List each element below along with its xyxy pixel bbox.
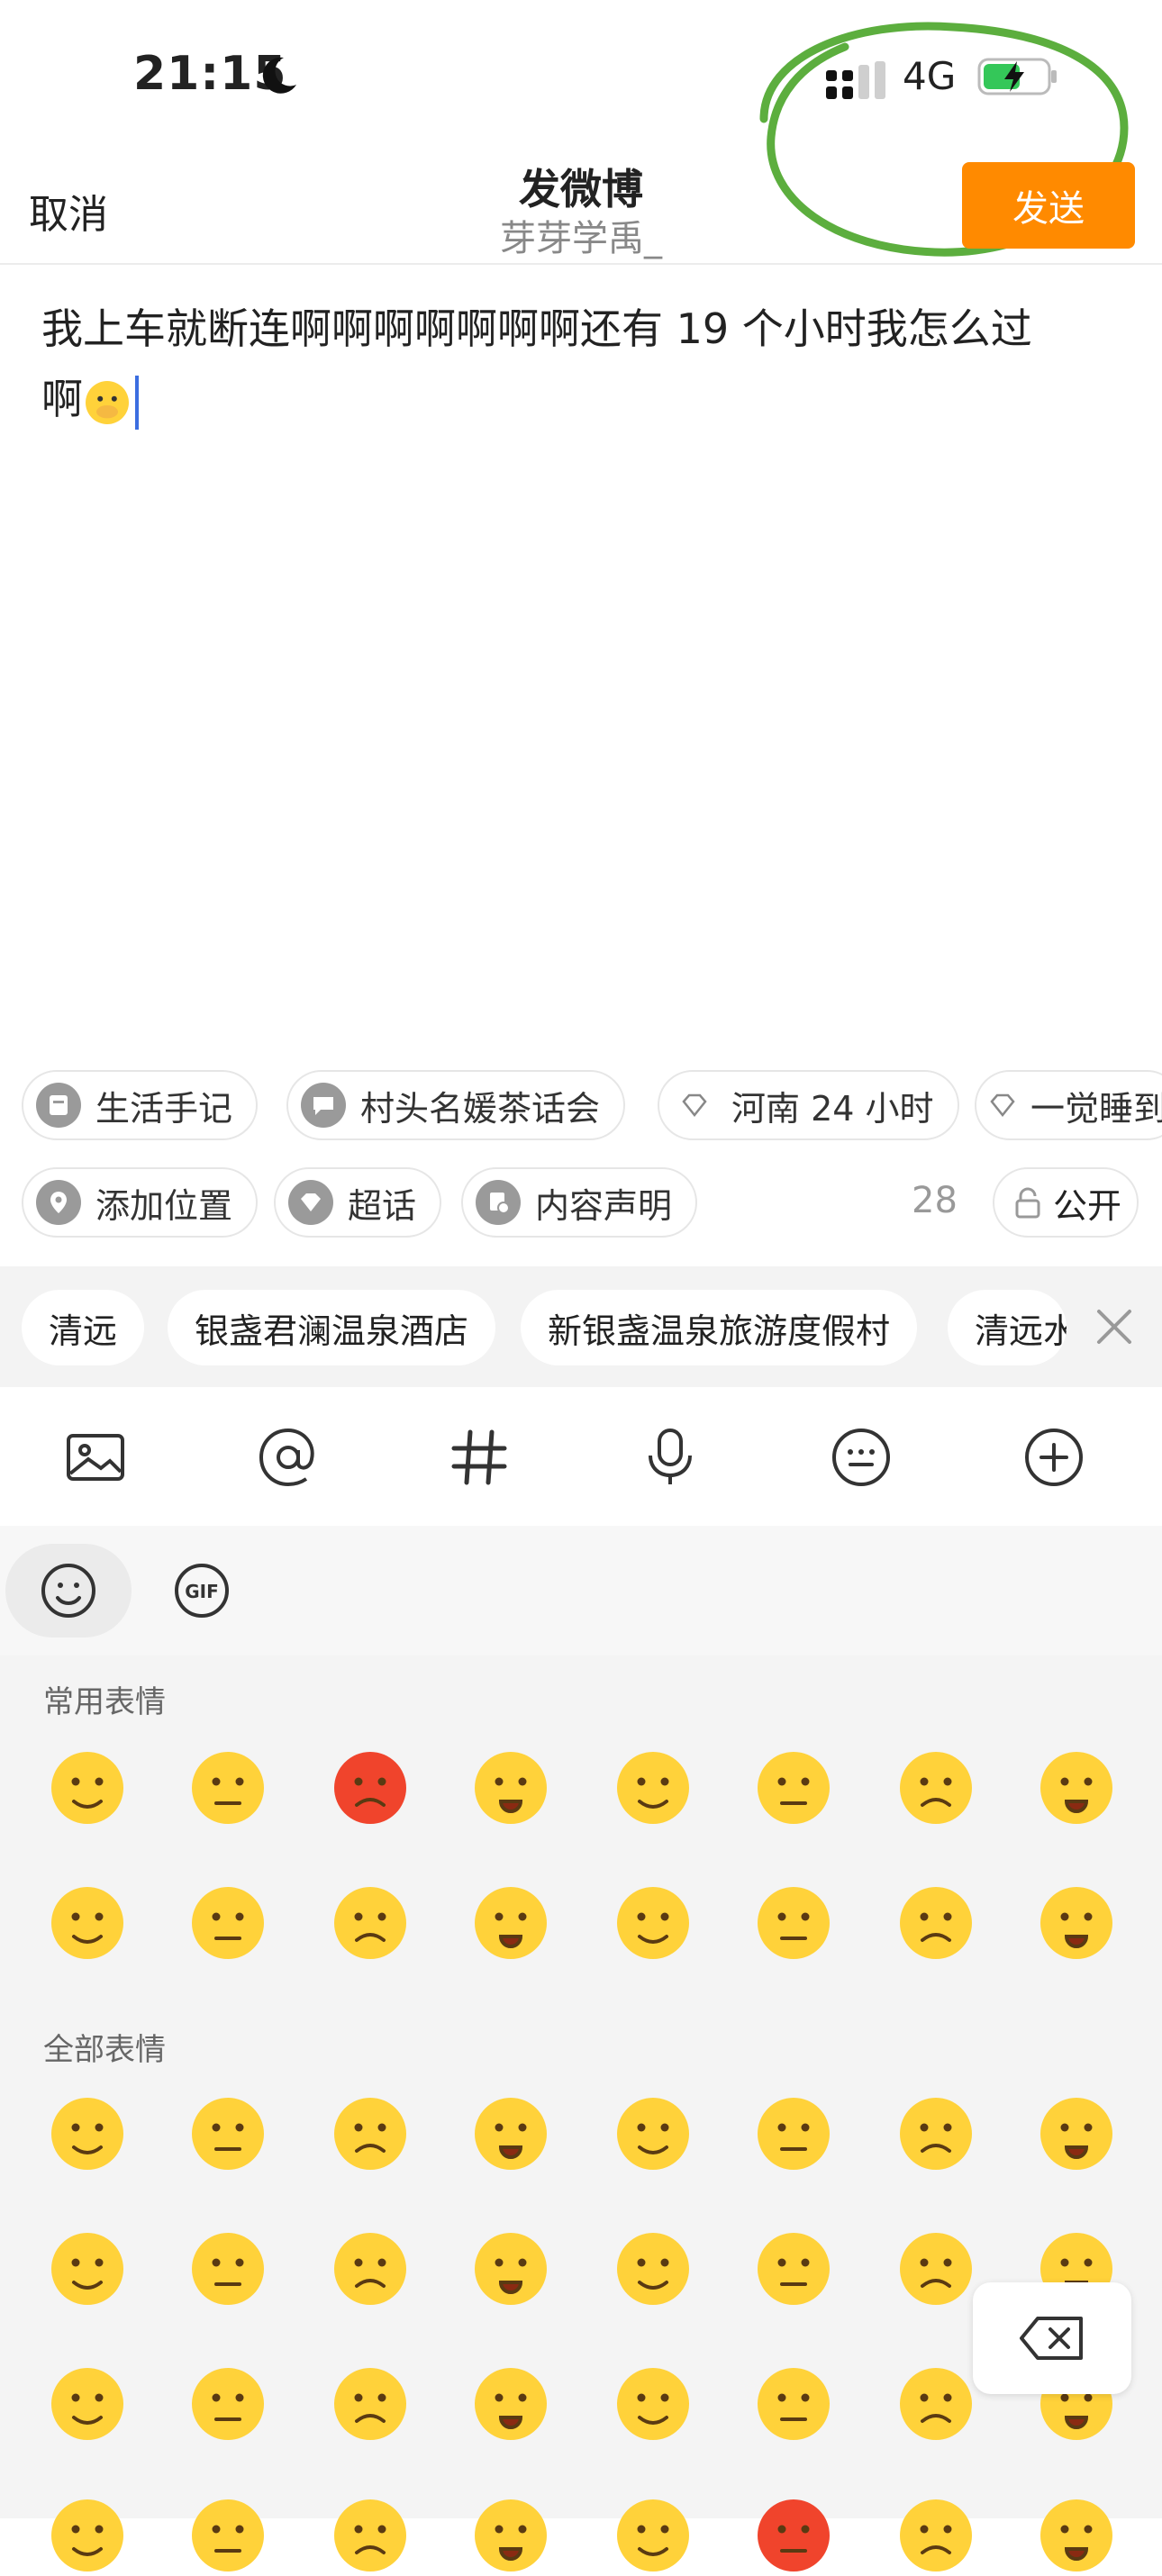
emoji-item[interactable]: [753, 2093, 834, 2174]
emoji-item[interactable]: [470, 2093, 551, 2174]
location-suggestion[interactable]: 清远水: [948, 1290, 1067, 1365]
location-pin-icon: [36, 1180, 81, 1225]
emoji-item[interactable]: [753, 2363, 834, 2444]
topic-label: 生活手记: [95, 1088, 233, 1129]
emoji-tab-icon[interactable]: [40, 1562, 97, 1619]
emoji-item[interactable]: [753, 1882, 834, 1964]
emoji-item[interactable]: [187, 2228, 268, 2309]
svg-text:GIF: GIF: [185, 1581, 219, 1602]
declaration-icon: [476, 1180, 521, 1225]
covering-mouth-emoji: [86, 380, 129, 424]
gif-tab-icon[interactable]: GIF: [173, 1562, 231, 1619]
topic-chip-2[interactable]: 村头名媛茶话会: [286, 1070, 626, 1140]
emoji-item[interactable]: [187, 1747, 268, 1828]
location-suggestion[interactable]: 银盏君澜温泉酒店: [168, 1290, 496, 1365]
lock-icon: [1015, 1187, 1040, 1219]
diamond-icon: [288, 1180, 333, 1225]
emoji-item[interactable]: [47, 2228, 128, 2309]
emoji-item[interactable]: [330, 2093, 411, 2174]
emoji-item[interactable]: [470, 2363, 551, 2444]
emoji-item[interactable]: [753, 2495, 834, 2576]
emoji-item[interactable]: [1036, 2495, 1117, 2576]
supertopic-button[interactable]: 超话: [274, 1167, 442, 1238]
visibility-label: 公开: [1052, 1185, 1121, 1226]
topic-label: 一觉睡到: [1030, 1088, 1162, 1129]
emoji-item[interactable]: [613, 2093, 694, 2174]
compose-toolbar: [0, 1387, 1162, 1526]
emoji-item[interactable]: [895, 2093, 976, 2174]
topic-chip-1[interactable]: 生活手记: [22, 1070, 259, 1140]
declaration-label: 内容声明: [535, 1185, 673, 1226]
compose-text-line1: 我上车就断连啊啊啊啊啊啊啊还有 19 个小时我怎么过: [41, 304, 1032, 353]
emoji-item[interactable]: [613, 2363, 694, 2444]
emoji-item[interactable]: [330, 2363, 411, 2444]
backspace-button[interactable]: [973, 2282, 1131, 2394]
note-icon: [36, 1083, 81, 1128]
emoji-item[interactable]: [613, 1882, 694, 1964]
send-button[interactable]: 发送: [962, 162, 1135, 249]
supertopic-label: 超话: [348, 1185, 417, 1226]
emoji-item[interactable]: [47, 2495, 128, 2576]
compose-text-line2: 啊: [41, 375, 83, 423]
diamond-icon: [989, 1083, 1016, 1128]
topic-chip-4[interactable]: 一觉睡到: [975, 1070, 1162, 1140]
hashtag-icon[interactable]: [447, 1425, 512, 1490]
emoji-item[interactable]: [753, 2228, 834, 2309]
close-icon[interactable]: [1092, 1304, 1137, 1349]
location-label: 添加位置: [95, 1185, 233, 1226]
emoji-item[interactable]: [47, 1747, 128, 1828]
topic-label: 村头名媛茶话会: [360, 1088, 601, 1129]
moon-icon: [262, 57, 296, 94]
emoji-item[interactable]: [613, 1747, 694, 1828]
topic-label: 河南 24 小时: [731, 1088, 934, 1129]
emoji-item[interactable]: [187, 1882, 268, 1964]
emoji-item[interactable]: [470, 1747, 551, 1828]
emoji-item[interactable]: [330, 1747, 411, 1828]
emoji-item[interactable]: [330, 1882, 411, 1964]
emoji-item[interactable]: [470, 2495, 551, 2576]
emoji-item[interactable]: [187, 2495, 268, 2576]
emoji-item[interactable]: [47, 1882, 128, 1964]
emoji-item[interactable]: [895, 2228, 976, 2309]
emoji-item[interactable]: [330, 2228, 411, 2309]
image-icon[interactable]: [63, 1425, 128, 1490]
compose-textarea[interactable]: 我上车就断连啊啊啊啊啊啊啊还有 19 个小时我怎么过 啊: [41, 294, 1122, 434]
text-caret: [135, 375, 139, 430]
emoji-item[interactable]: [613, 2228, 694, 2309]
emoji-item[interactable]: [47, 2363, 128, 2444]
topic-chip-3[interactable]: 河南 24 小时: [658, 1070, 959, 1140]
emoji-item[interactable]: [470, 2228, 551, 2309]
emoji-item[interactable]: [47, 2093, 128, 2174]
emoji-item[interactable]: [470, 1882, 551, 1964]
emoji-item[interactable]: [187, 2093, 268, 2174]
location-suggestion[interactable]: 新银盏温泉旅游度假村: [521, 1290, 918, 1365]
emoji-item[interactable]: [1036, 1747, 1117, 1828]
microphone-icon[interactable]: [638, 1425, 703, 1490]
emoji-item[interactable]: [895, 1882, 976, 1964]
content-declaration-button[interactable]: 内容声明: [461, 1167, 698, 1238]
character-count: 28: [912, 1180, 958, 1221]
backspace-icon: [1020, 2317, 1083, 2360]
chat-icon: [301, 1083, 346, 1128]
emoji-item[interactable]: [753, 1747, 834, 1828]
emoji-item[interactable]: [187, 2363, 268, 2444]
emoji-item[interactable]: [895, 2495, 976, 2576]
plus-icon[interactable]: [1021, 1425, 1086, 1490]
emoji-item[interactable]: [895, 2363, 976, 2444]
diamond-icon: [672, 1083, 717, 1128]
emoji-item[interactable]: [1036, 2093, 1117, 2174]
emoji-item[interactable]: [613, 2495, 694, 2576]
header-divider: [0, 263, 1162, 265]
add-location-button[interactable]: 添加位置: [22, 1167, 259, 1238]
emoji-item[interactable]: [895, 1747, 976, 1828]
at-icon[interactable]: [256, 1425, 321, 1490]
emoji-item[interactable]: [330, 2495, 411, 2576]
location-suggestion[interactable]: 清远: [22, 1290, 145, 1365]
emoji-item[interactable]: [1036, 1882, 1117, 1964]
visibility-button[interactable]: 公开: [993, 1167, 1139, 1238]
all-emoji-title: 全部表情: [43, 2032, 166, 2068]
keyboard-icon[interactable]: [829, 1425, 894, 1490]
recent-emoji-title: 常用表情: [43, 1684, 166, 1720]
